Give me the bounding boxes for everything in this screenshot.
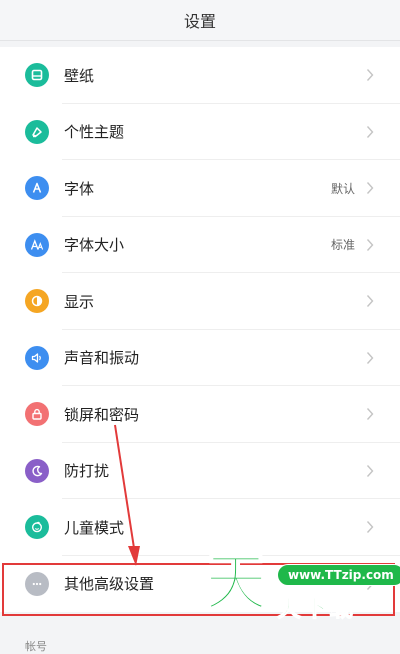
settings-item-label: 壁纸 [64,66,95,85]
settings-item-label: 锁屏和密码 [64,405,140,424]
chevron-right-icon [365,351,375,365]
chevron-right-icon [365,181,375,195]
theme-icon [25,119,49,144]
settings-item-font[interactable]: 字体 默认 [0,160,400,217]
settings-list: 壁纸 个性主题 字体 默认 字体大小 标准 显示 声音和振动 锁屏和密码 防打扰… [0,47,400,612]
settings-item-theme[interactable]: 个性主题 [0,104,400,161]
lock-icon [25,402,49,427]
settings-item-child-mode[interactable]: 儿童模式 [0,499,400,556]
chevron-right-icon [365,68,375,82]
settings-item-display[interactable]: 显示 [0,273,400,330]
settings-item-label: 其他高级设置 [64,575,155,594]
chevron-right-icon [365,294,375,308]
chevron-right-icon [365,125,375,139]
moon-icon [25,458,49,483]
section-label-account: 帐号 [25,640,47,653]
settings-item-label: 字体大小 [64,236,125,255]
chevron-right-icon [365,464,375,478]
font-size-icon [25,232,49,257]
chevron-right-icon [365,407,375,421]
chevron-right-icon [365,238,375,252]
settings-item-lockscreen[interactable]: 锁屏和密码 [0,386,400,443]
section-divider [0,622,400,650]
settings-item-label: 儿童模式 [64,518,125,537]
settings-item-value: 默认 [330,181,355,196]
settings-item-font-size[interactable]: 字体大小 标准 [0,217,400,274]
settings-item-wallpaper[interactable]: 壁纸 [0,47,400,104]
wallpaper-icon [25,63,49,88]
settings-item-label: 字体 [64,179,95,198]
page-title: 设置 [0,0,400,41]
more-icon [25,571,49,596]
settings-item-label: 显示 [64,292,95,311]
speaker-icon [25,345,49,370]
child-mode-icon [25,515,49,540]
font-icon [25,176,49,201]
settings-item-label: 防打扰 [64,462,110,481]
settings-item-advanced[interactable]: 其他高级设置 [0,556,400,613]
settings-item-sound[interactable]: 声音和振动 [0,330,400,387]
settings-item-value: 标准 [330,238,355,253]
settings-item-label: 个性主题 [64,123,125,142]
chevron-right-icon [365,577,375,591]
settings-item-do-not-disturb[interactable]: 防打扰 [0,443,400,500]
page-title-text: 设置 [183,12,216,31]
chevron-right-icon [365,520,375,534]
display-icon [25,289,49,314]
settings-item-label: 声音和振动 [64,349,140,368]
